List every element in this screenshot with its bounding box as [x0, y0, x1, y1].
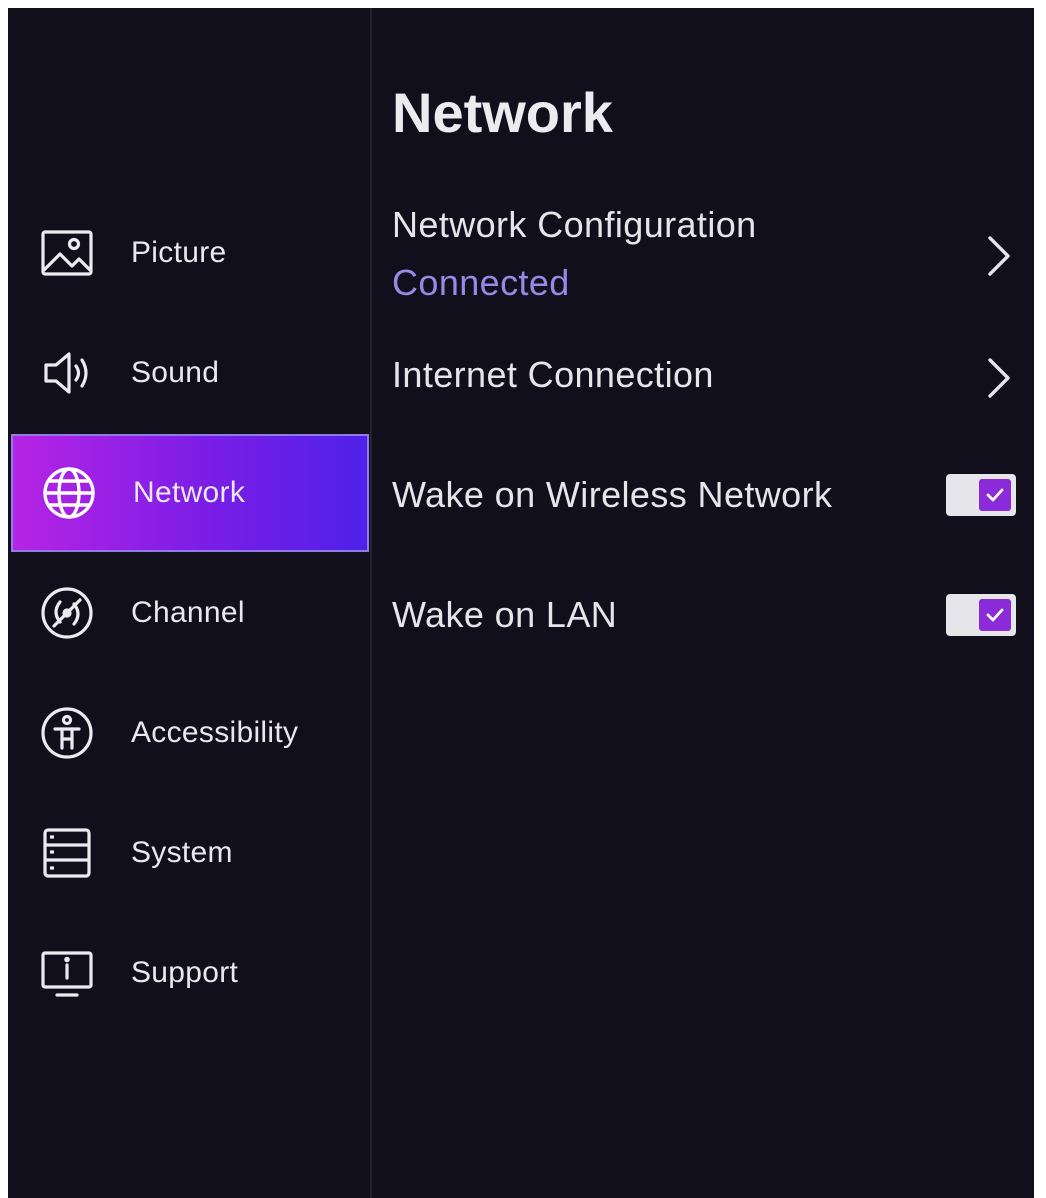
channel-icon: [37, 583, 97, 643]
settings-screen: Picture Sound Network Channel Accessibil…: [8, 8, 1034, 1198]
sidebar-item-label: Channel: [131, 596, 245, 629]
wake-on-wireless-row[interactable]: Wake on Wireless Network: [372, 464, 1034, 534]
page-title: Network: [392, 81, 613, 144]
sidebar-item-network[interactable]: Network: [11, 434, 369, 552]
system-icon: [37, 823, 97, 883]
checkmark-icon: [979, 599, 1011, 631]
sidebar-item-sound[interactable]: Sound: [11, 314, 369, 432]
support-icon: [37, 943, 97, 1003]
wake-on-lan-row[interactable]: Wake on LAN: [372, 584, 1034, 654]
checkmark-icon: [979, 479, 1011, 511]
chevron-right-icon: [988, 236, 1010, 276]
accessibility-icon: [37, 703, 97, 763]
sidebar-item-label: Support: [131, 956, 239, 989]
row-label: Internet Connection: [392, 354, 714, 395]
sidebar-item-label: Network: [133, 476, 246, 509]
picture-icon: [37, 223, 97, 283]
wake-on-wireless-checkbox[interactable]: [946, 474, 1016, 516]
sidebar-item-channel[interactable]: Channel: [11, 554, 369, 672]
sidebar-item-label: Accessibility: [131, 716, 299, 749]
network-configuration-row[interactable]: Network Configuration Connected: [372, 194, 1034, 314]
row-label: Wake on Wireless Network: [392, 474, 833, 515]
sidebar-item-label: Sound: [131, 356, 220, 389]
sidebar-item-label: System: [131, 836, 233, 869]
main-panel: Network Network Configuration Connected …: [372, 8, 1034, 1198]
row-label: Wake on LAN: [392, 594, 618, 635]
speaker-icon: [37, 343, 97, 403]
internet-connection-row[interactable]: Internet Connection: [372, 344, 1034, 414]
row-label: Network Configuration: [392, 204, 757, 245]
sidebar-item-picture[interactable]: Picture: [11, 194, 369, 312]
sidebar: Picture Sound Network Channel Accessibil…: [8, 8, 370, 1198]
sidebar-item-system[interactable]: System: [11, 794, 369, 912]
status-text: Connected: [392, 262, 570, 303]
wake-on-lan-checkbox[interactable]: [946, 594, 1016, 636]
chevron-right-icon: [988, 358, 1010, 398]
globe-icon: [39, 463, 99, 523]
sidebar-item-support[interactable]: Support: [11, 914, 369, 1032]
sidebar-item-label: Picture: [131, 236, 227, 269]
sidebar-item-accessibility[interactable]: Accessibility: [11, 674, 369, 792]
